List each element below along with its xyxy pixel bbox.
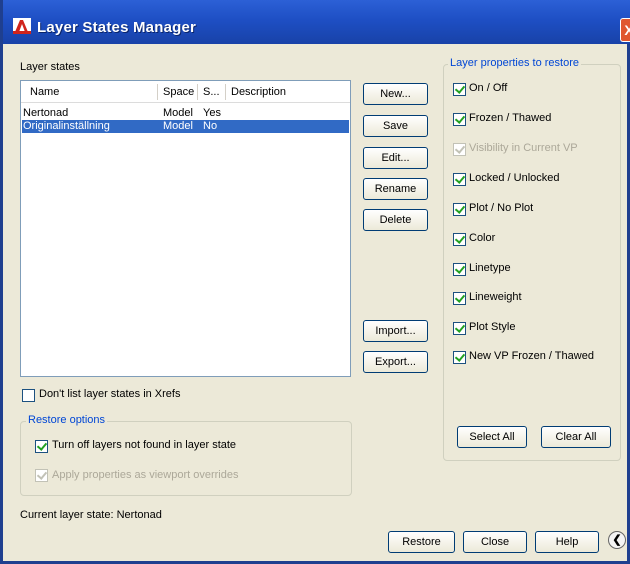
property-color-label: Color	[469, 232, 496, 244]
layer-states-list[interactable]: Name Space S... Description Nertonad Mod…	[20, 80, 351, 377]
import-button[interactable]: Import...	[363, 320, 428, 342]
property-visibility-vp-label: Visibility in Current VP	[469, 142, 578, 154]
row-name: Nertonad	[23, 107, 69, 119]
row-space: Model	[163, 107, 193, 119]
property-plot-style-checkbox[interactable]	[453, 322, 466, 335]
property-frozen-thawed-checkbox[interactable]	[453, 113, 466, 126]
restore-options-title: Restore options	[26, 414, 108, 426]
title-bar[interactable]: Layer States Manager X	[3, 0, 630, 44]
close-button[interactable]: Close	[463, 531, 527, 553]
current-layer-state-text: Current layer state: Nertonad	[20, 509, 162, 521]
chevron-left-icon[interactable]: ❮	[608, 531, 626, 549]
column-description[interactable]: Description	[231, 86, 286, 98]
column-divider[interactable]	[197, 84, 198, 100]
column-divider[interactable]	[157, 84, 158, 100]
layer-states-label: Layer states	[20, 61, 80, 73]
property-new-vp-frozen-label: New VP Frozen / Thawed	[469, 350, 594, 362]
dont-list-xrefs-label: Don't list layer states in Xrefs	[39, 388, 181, 400]
column-saved[interactable]: S...	[203, 86, 220, 98]
edit-button[interactable]: Edit...	[363, 147, 428, 169]
row-saved: No	[203, 120, 218, 132]
property-frozen-thawed-label: Frozen / Thawed	[469, 112, 552, 124]
layer-states-manager-dialog: Layer States Manager X Layer states Name…	[0, 0, 630, 564]
restore-button[interactable]: Restore	[388, 531, 455, 553]
property-new-vp-frozen-checkbox[interactable]	[453, 351, 466, 364]
layer-properties-title: Layer properties to restore	[448, 57, 582, 69]
property-plot-checkbox[interactable]	[453, 203, 466, 216]
close-window-button[interactable]: X	[620, 18, 630, 42]
list-header: Name Space S... Description	[21, 81, 350, 103]
dont-list-xrefs-checkbox[interactable]	[22, 389, 35, 402]
row-space: Model	[163, 120, 193, 132]
property-color-checkbox[interactable]	[453, 233, 466, 246]
property-lineweight-label: Lineweight	[469, 291, 522, 303]
column-name[interactable]: Name	[30, 86, 59, 98]
property-linetype-label: Linetype	[469, 262, 511, 274]
property-plot-label: Plot / No Plot	[469, 202, 534, 214]
property-visibility-vp-checkbox	[453, 143, 466, 156]
select-all-button[interactable]: Select All	[457, 426, 527, 448]
table-row[interactable]: Nertonad Model Yes	[22, 107, 349, 120]
property-on-off-label: On / Off	[469, 82, 508, 94]
property-locked-unlocked-checkbox[interactable]	[453, 173, 466, 186]
column-divider[interactable]	[225, 84, 226, 100]
table-row-selected[interactable]: Originalinställning Model No	[22, 120, 349, 133]
app-icon	[13, 18, 31, 34]
restore-options-group	[20, 421, 352, 496]
window-title: Layer States Manager	[37, 19, 197, 36]
export-button[interactable]: Export...	[363, 351, 428, 373]
property-plot-style-label: Plot Style	[469, 321, 516, 333]
property-on-off-checkbox[interactable]	[453, 83, 466, 96]
row-saved: Yes	[203, 107, 221, 119]
clear-all-button[interactable]: Clear All	[541, 426, 611, 448]
turn-off-layers-label: Turn off layers not found in layer state	[52, 439, 237, 451]
row-name: Originalinställning	[23, 120, 110, 132]
rename-button[interactable]: Rename	[363, 178, 428, 200]
apply-overrides-checkbox	[35, 469, 48, 482]
turn-off-layers-checkbox[interactable]	[35, 440, 48, 453]
column-space[interactable]: Space	[163, 86, 194, 98]
help-button[interactable]: Help	[535, 531, 599, 553]
property-lineweight-checkbox[interactable]	[453, 292, 466, 305]
property-linetype-checkbox[interactable]	[453, 263, 466, 276]
property-locked-unlocked-label: Locked / Unlocked	[469, 172, 560, 184]
new-button[interactable]: New...	[363, 83, 428, 105]
delete-button[interactable]: Delete	[363, 209, 428, 231]
save-button[interactable]: Save	[363, 115, 428, 137]
apply-overrides-label: Apply properties as viewport overrides	[52, 469, 239, 481]
